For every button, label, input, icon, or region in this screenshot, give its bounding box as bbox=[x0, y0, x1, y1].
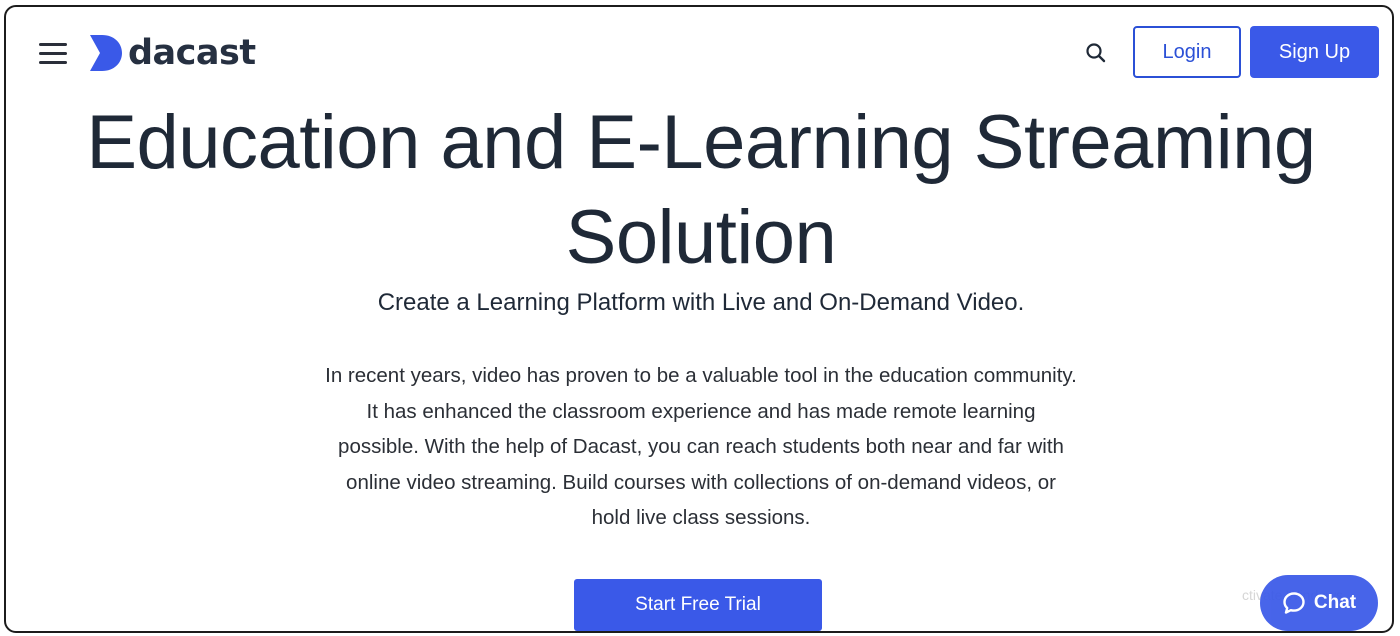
login-button[interactable]: Login bbox=[1133, 26, 1241, 78]
dacast-logo-mark-icon bbox=[90, 35, 122, 71]
chat-button[interactable]: Chat bbox=[1260, 575, 1378, 631]
browser-page: dacast Login Sign Up Education and E-Lea… bbox=[4, 5, 1394, 633]
logo-text: dacast bbox=[128, 33, 256, 73]
sign-up-button[interactable]: Sign Up bbox=[1250, 26, 1379, 78]
chat-label: Chat bbox=[1313, 592, 1357, 613]
dacast-logo[interactable]: dacast bbox=[88, 33, 256, 73]
start-free-trial-button[interactable]: Start Free Trial bbox=[574, 579, 822, 631]
intro-paragraph: In recent years, video has proven to be … bbox=[325, 364, 1077, 530]
chat-bubble-icon bbox=[1283, 592, 1305, 614]
search-icon[interactable] bbox=[1085, 42, 1107, 64]
page-title: Education and E-Learning Streaming Solut… bbox=[86, 100, 1316, 280]
hamburger-menu-icon[interactable] bbox=[39, 43, 67, 65]
page-subtitle: Create a Learning Platform with Live and… bbox=[377, 289, 1025, 316]
